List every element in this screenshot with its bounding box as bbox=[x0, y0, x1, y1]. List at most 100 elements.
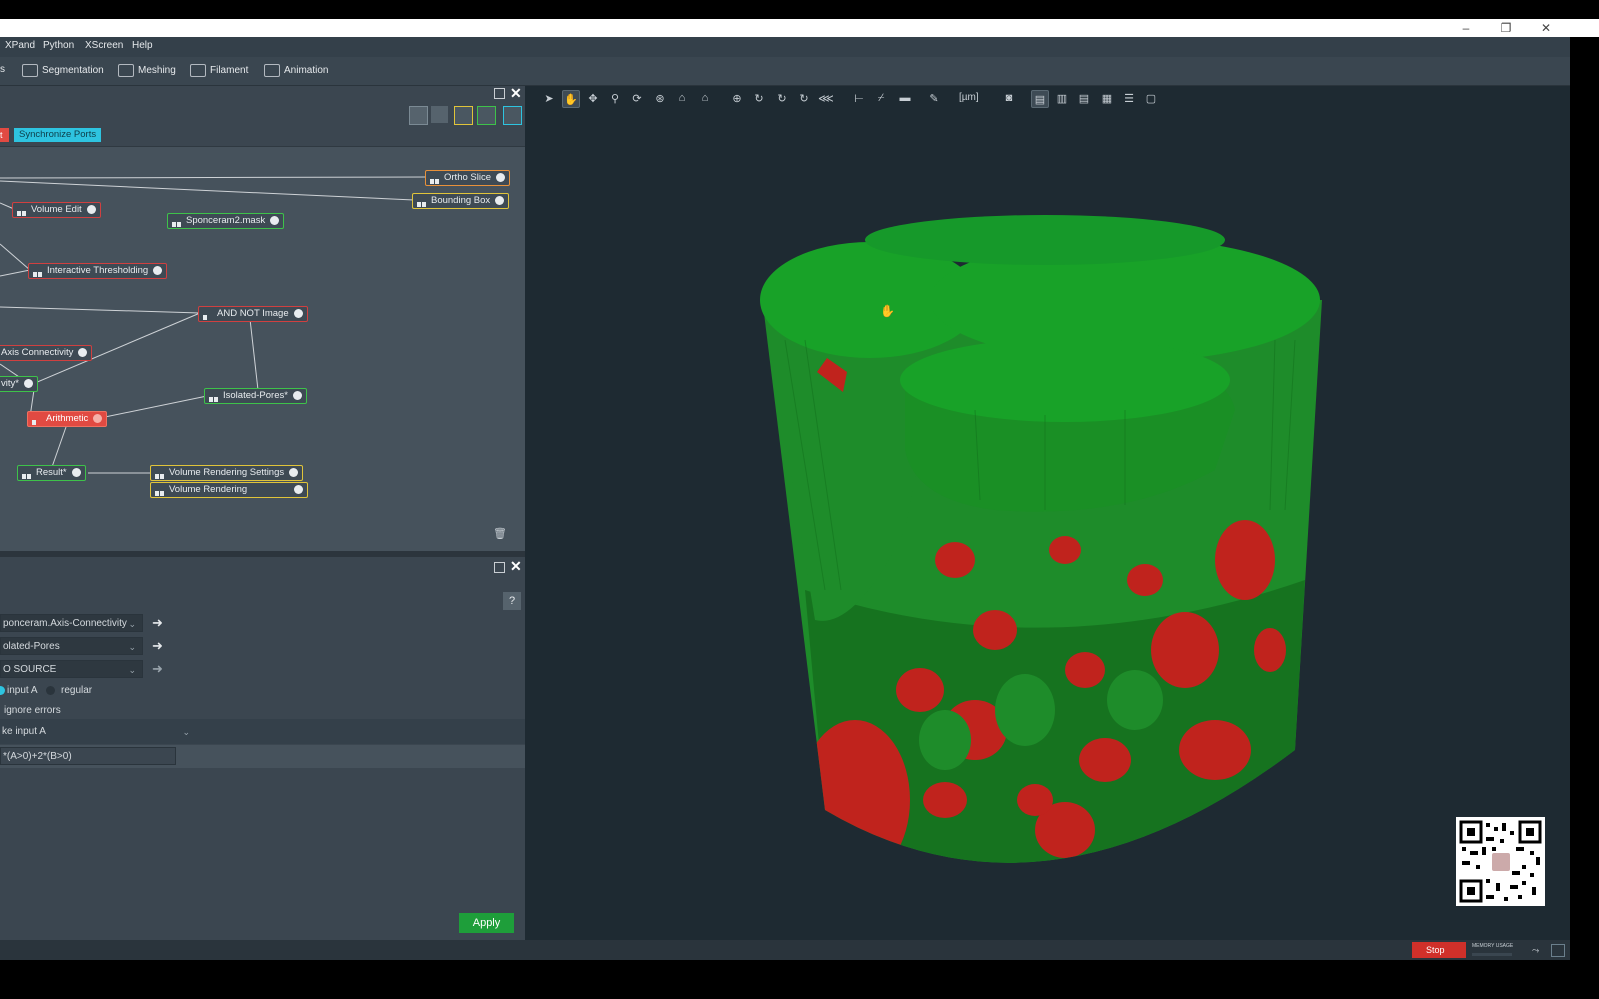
layout-horizontal-icon[interactable]: ▤ bbox=[1076, 90, 1092, 106]
rotate-y-icon[interactable]: ↻ bbox=[774, 90, 790, 106]
float-panel-icon[interactable] bbox=[494, 562, 505, 573]
node-bounding-box[interactable]: Bounding Box bbox=[412, 193, 510, 209]
node-info-icon[interactable] bbox=[292, 391, 302, 400]
node-isolated-pores[interactable]: Isolated-Pores* bbox=[204, 388, 307, 404]
pointer-icon[interactable]: ➤ bbox=[541, 90, 557, 106]
node-ortho-slice[interactable]: Ortho Slice bbox=[425, 170, 510, 186]
workroom-red-tab[interactable]: t bbox=[0, 128, 9, 142]
workroom-tab-filament[interactable]: Filament bbox=[190, 64, 248, 77]
interact-hand-icon[interactable]: ✋ bbox=[562, 90, 580, 108]
workroom-tab-stub[interactable]: s bbox=[0, 64, 5, 75]
snapshot-icon[interactable]: ◙ bbox=[1001, 90, 1017, 106]
node-port-icon bbox=[172, 218, 182, 227]
tree-view-icon[interactable] bbox=[477, 106, 496, 125]
project-graph[interactable]: Ortho Slice Bounding Box Volume Edit Spo… bbox=[0, 146, 525, 552]
stop-button[interactable]: Stop bbox=[1412, 942, 1466, 958]
rotate-icon[interactable]: ⟳ bbox=[629, 90, 645, 106]
node-interactive-thresholding[interactable]: Interactive Thresholding bbox=[28, 263, 168, 279]
arrow-right-icon[interactable]: ➜ bbox=[152, 615, 163, 631]
pan-icon[interactable]: ✥ bbox=[585, 90, 601, 106]
volume-rendering-view[interactable]: ✋ bbox=[525, 110, 1570, 940]
node-info-icon[interactable] bbox=[289, 468, 299, 477]
close-panel-icon[interactable]: ✕ bbox=[510, 85, 522, 102]
node-info-icon[interactable] bbox=[78, 348, 88, 357]
arrow-right-icon[interactable]: ➜ bbox=[152, 638, 163, 654]
close-window-button[interactable]: ✕ bbox=[1526, 19, 1566, 37]
workroom-tab-animation[interactable]: Animation bbox=[264, 64, 328, 77]
apply-button[interactable]: Apply bbox=[459, 913, 514, 933]
menu-xscreen[interactable]: XScreen bbox=[85, 40, 123, 51]
node-info-icon[interactable] bbox=[270, 216, 280, 225]
rotate-z-icon[interactable]: ↻ bbox=[796, 90, 812, 106]
result-type-select[interactable]: ke input A ⌄ bbox=[0, 723, 196, 741]
viewer-toolbar: ➤ ✋ ✥ ⚲ ⟳ ⊛ ⌂ ⌂ ⊕ ↻ ↻ ↻ ⋘ ⊢ ⌿ ▬ ✎ [µm] ◙… bbox=[525, 86, 1570, 110]
input-c-select[interactable]: O SOURCE ⌄ bbox=[0, 660, 143, 678]
layout-single-icon[interactable]: ▤ bbox=[1031, 90, 1049, 108]
node-info-icon[interactable] bbox=[293, 309, 303, 318]
pointer-mode-icon[interactable] bbox=[409, 106, 428, 125]
node-result[interactable]: Result* bbox=[17, 465, 86, 481]
expression-value: *(A>0)+2*(B>0) bbox=[3, 751, 72, 762]
layout-stack-icon[interactable]: ☰ bbox=[1121, 90, 1137, 106]
memory-usage-label: MEMORY USAGE bbox=[1472, 943, 1514, 949]
node-info-icon[interactable] bbox=[153, 266, 163, 275]
ignore-errors-label[interactable]: ignore errors bbox=[4, 705, 61, 716]
panel-toggle-icon[interactable] bbox=[1551, 944, 1565, 957]
node-axis-connectivity[interactable]: Axis Connectivity bbox=[0, 345, 93, 361]
node-sponceram2-mask[interactable]: Sponceram2.mask bbox=[167, 213, 285, 229]
node-info-icon[interactable] bbox=[86, 205, 96, 214]
stereo-icon[interactable]: ⋘ bbox=[818, 90, 834, 106]
node-and-not-image[interactable]: AND NOT Image bbox=[198, 306, 308, 322]
set-home-icon[interactable]: ⌂ bbox=[697, 90, 713, 106]
home-icon[interactable]: ⌂ bbox=[674, 90, 690, 106]
trash-icon[interactable]: 🗑 bbox=[493, 527, 507, 540]
console-icon[interactable]: ⤳ bbox=[1532, 945, 1539, 956]
node-info-icon[interactable] bbox=[23, 379, 33, 388]
float-panel-icon[interactable] bbox=[494, 88, 505, 99]
radio-regular[interactable] bbox=[46, 686, 55, 695]
workroom-tab-label: Filament bbox=[210, 65, 249, 76]
workroom-tab-segmentation[interactable]: Segmentation bbox=[22, 64, 104, 77]
menu-python[interactable]: Python bbox=[43, 40, 74, 51]
minimize-button[interactable]: – bbox=[1446, 19, 1486, 37]
view-all-icon[interactable]: ⊕ bbox=[729, 90, 745, 106]
unit-selector[interactable]: [µm] bbox=[959, 92, 979, 103]
input-b-value: olated-Pores bbox=[3, 641, 60, 652]
close-panel-icon[interactable]: ✕ bbox=[510, 558, 522, 575]
rotate-x-icon[interactable]: ↻ bbox=[751, 90, 767, 106]
seek-icon[interactable]: ⊛ bbox=[652, 90, 668, 106]
hand-mode-icon[interactable] bbox=[431, 106, 448, 123]
expression-input[interactable]: *(A>0)+2*(B>0) bbox=[0, 747, 176, 765]
restore-button[interactable]: ❐ bbox=[1486, 19, 1526, 37]
list-view-icon[interactable] bbox=[503, 106, 522, 125]
node-volume-rendering-settings[interactable]: Volume Rendering Settings bbox=[150, 465, 304, 481]
input-a-select[interactable]: ponceram.Axis-Connectivity ⌄ bbox=[0, 614, 143, 632]
radio-input-a[interactable] bbox=[0, 686, 5, 695]
auto-layout-icon[interactable] bbox=[454, 106, 473, 125]
layout-four-icon[interactable]: ▦ bbox=[1099, 90, 1115, 106]
workroom-tab-meshing[interactable]: Meshing bbox=[118, 64, 176, 77]
node-label: Interactive Thresholding bbox=[47, 265, 149, 276]
probe-icon[interactable]: ⌿ bbox=[873, 90, 889, 106]
menu-help[interactable]: Help bbox=[132, 40, 153, 51]
menu-xpand[interactable]: XPand bbox=[5, 40, 35, 51]
pen-icon[interactable]: ✎ bbox=[926, 90, 942, 106]
node-info-icon[interactable] bbox=[93, 414, 103, 423]
synchronize-ports-button[interactable]: Synchronize Ports bbox=[14, 128, 102, 142]
layout-two-icon[interactable]: ▥ bbox=[1054, 90, 1070, 106]
node-info-icon[interactable] bbox=[294, 485, 303, 494]
node-volume-rendering[interactable]: Volume Rendering bbox=[150, 482, 308, 498]
line-icon[interactable]: ▬ bbox=[897, 90, 913, 106]
layout-grid-icon[interactable]: ▢ bbox=[1143, 90, 1159, 106]
node-volume-edit[interactable]: Volume Edit bbox=[12, 202, 101, 218]
arrow-right-icon[interactable]: ➜ bbox=[152, 661, 163, 677]
node-info-icon[interactable] bbox=[496, 173, 505, 182]
zoom-icon[interactable]: ⚲ bbox=[607, 90, 623, 106]
node-arithmetic[interactable]: Arithmetic bbox=[27, 411, 108, 427]
node-info-icon[interactable] bbox=[495, 196, 505, 205]
node-info-icon[interactable] bbox=[71, 468, 81, 477]
input-b-select[interactable]: olated-Pores ⌄ bbox=[0, 637, 143, 655]
help-button[interactable]: ? bbox=[503, 592, 521, 610]
measure-icon[interactable]: ⊢ bbox=[851, 90, 867, 106]
node-connectivity[interactable]: vity* bbox=[0, 376, 38, 392]
